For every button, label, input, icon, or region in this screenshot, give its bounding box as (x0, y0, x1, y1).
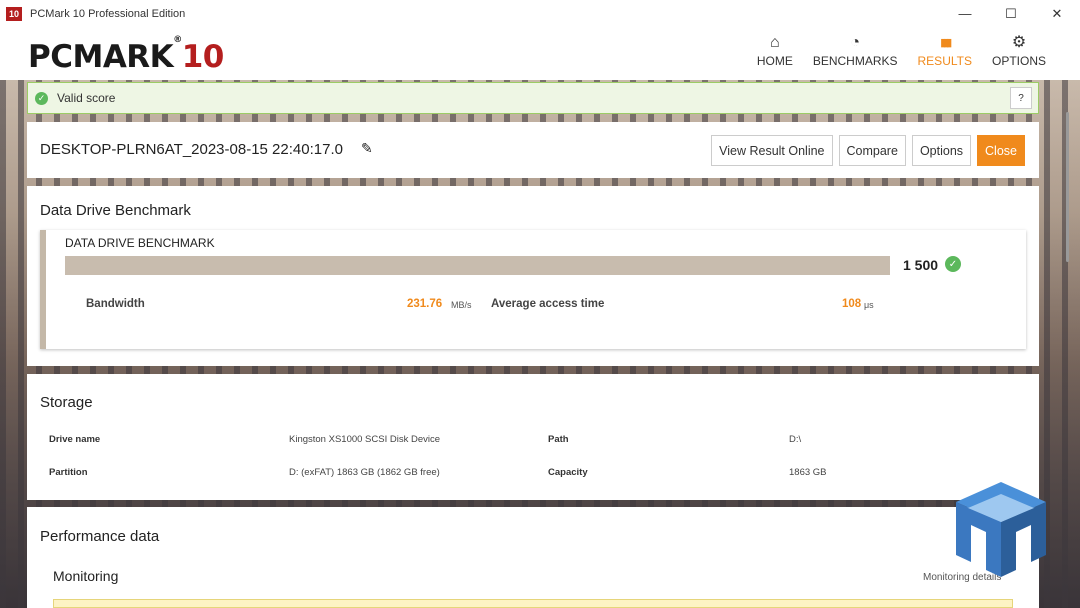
monitoring-title: Monitoring (53, 568, 119, 584)
window-title: PCMark 10 Professional Edition (30, 7, 186, 20)
edit-name-icon[interactable]: ✎ (361, 140, 373, 157)
result-actions: View Result Online Compare Options Close (711, 135, 1025, 166)
benchmark-card-label: DATA DRIVE BENCHMARK (65, 236, 215, 250)
view-result-online-button[interactable]: View Result Online (711, 135, 833, 166)
logo-main: PCMARK (28, 39, 174, 75)
app-header: PCMARK®10 ⌂ HOME ◔ BENCHMARKS ▮▮▮ RESULT… (0, 27, 1080, 80)
valid-score-text: Valid score (57, 91, 116, 105)
monitoring-chart-strip (53, 599, 1013, 608)
storage-section: Storage Drive name Kingston XS1000 SCSI … (27, 374, 1039, 500)
section-title: Performance data (40, 528, 160, 545)
result-name: DESKTOP-PLRN6AT_2023-08-15 22:40:17.0 (40, 141, 343, 158)
window-titlebar: 10 PCMark 10 Professional Edition — ☐ ✕ (0, 0, 1080, 27)
app-icon: 10 (6, 6, 22, 21)
logo-num: 10 (181, 39, 225, 75)
nav-results-label: RESULTS (917, 54, 972, 68)
access-time-unit: μs (864, 300, 874, 310)
gear-icon: ⚙ (1011, 34, 1027, 51)
nav-home[interactable]: ⌂ HOME (747, 32, 803, 68)
home-icon: ⌂ (769, 34, 780, 51)
main-nav: ⌂ HOME ◔ BENCHMARKS ▮▮▮ RESULTS ⚙ OPTION… (747, 32, 1056, 68)
nav-benchmarks[interactable]: ◔ BENCHMARKS (803, 32, 908, 68)
score-bar (65, 256, 890, 275)
pcmark-logo: PCMARK®10 (28, 35, 225, 75)
window-controls: — ☐ ✕ (942, 0, 1080, 27)
nav-results[interactable]: ▮▮▮ RESULTS (908, 32, 982, 68)
scrollbar[interactable] (1066, 112, 1069, 262)
data-drive-benchmark-section: Data Drive Benchmark DATA DRIVE BENCHMAR… (27, 186, 1039, 366)
section-title: Storage (40, 394, 93, 411)
path-label: Path (548, 434, 569, 445)
bandwidth-value: 231.76 (407, 298, 443, 310)
compare-button[interactable]: Compare (838, 135, 906, 166)
path-value: D:\ (789, 434, 802, 445)
bandwidth-label: Bandwidth (86, 298, 145, 310)
capacity-label: Capacity (548, 467, 588, 478)
valid-score-banner: ✓ Valid score ? (27, 82, 1039, 114)
bandwidth-unit: MB/s (451, 300, 472, 310)
nav-home-label: HOME (756, 54, 793, 68)
access-time-value: 108 (842, 298, 862, 310)
section-title: Data Drive Benchmark (40, 202, 191, 219)
help-button[interactable]: ? (1010, 87, 1032, 109)
performance-data-section: Performance data Monitoring Monitoring d… (27, 507, 1039, 608)
gauge-icon: ◔ (850, 34, 860, 51)
access-time-label: Average access time (491, 298, 605, 310)
benchmark-card: DATA DRIVE BENCHMARK 1 500 ✓ Bandwidth 2… (40, 230, 1026, 349)
drive-name-value: Kingston XS1000 SCSI Disk Device (289, 434, 441, 445)
logo-reg: ® (173, 34, 182, 45)
drive-name-label: Drive name (49, 434, 101, 445)
nav-options-label: OPTIONS (991, 54, 1046, 68)
minimize-button[interactable]: — (942, 0, 988, 27)
benchmark-score: 1 500 (903, 257, 939, 273)
partition-value: D: (exFAT) 1863 GB (1862 GB free) (289, 467, 440, 478)
capacity-value: 1863 GB (789, 467, 827, 478)
watermark-logo (956, 482, 1046, 577)
close-window-button[interactable]: ✕ (1034, 0, 1080, 27)
check-circle-icon: ✓ (945, 256, 961, 272)
nav-options[interactable]: ⚙ OPTIONS (982, 32, 1056, 68)
bar-chart-icon: ▮▮▮ (940, 37, 952, 49)
maximize-button[interactable]: ☐ (988, 0, 1034, 27)
close-result-button[interactable]: Close (977, 135, 1025, 166)
partition-label: Partition (49, 467, 88, 478)
nav-benchmarks-label: BENCHMARKS (812, 54, 898, 68)
result-header: DESKTOP-PLRN6AT_2023-08-15 22:40:17.0 ✎ … (27, 122, 1039, 178)
options-button[interactable]: Options (911, 135, 972, 166)
check-circle-icon: ✓ (35, 91, 48, 105)
